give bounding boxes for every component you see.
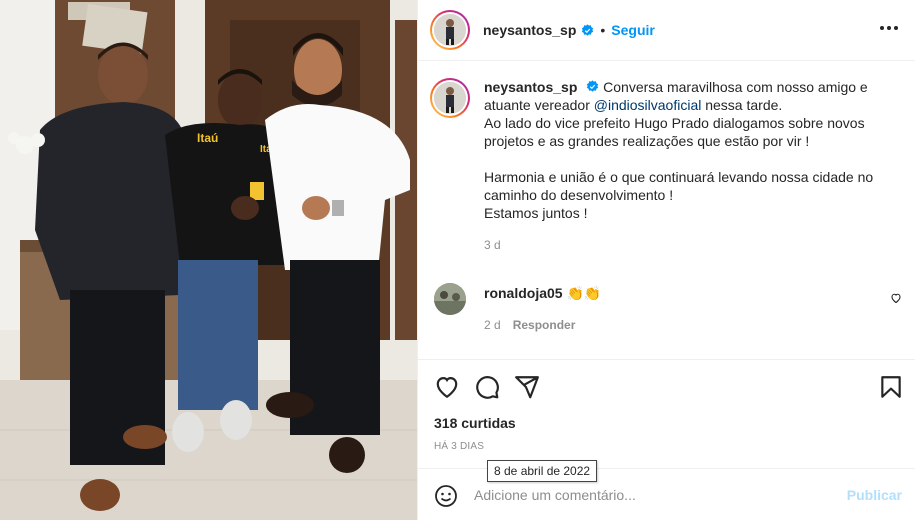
comment-timestamp[interactable]: 2 d	[484, 318, 501, 332]
comment-input[interactable]	[474, 485, 834, 505]
caption-author-avatar[interactable]	[430, 78, 470, 118]
caption-text: neysantos_sp Conversa maravilhosa com no…	[484, 78, 904, 254]
caption-username[interactable]: neysantos_sp	[484, 79, 577, 95]
post-date[interactable]: HÁ 3 DIAS	[434, 441, 484, 452]
author-avatar[interactable]	[430, 10, 470, 50]
commenter-username[interactable]: ronaldoja05	[484, 285, 563, 301]
commenter-avatar[interactable]	[434, 283, 466, 315]
post-photo[interactable]: Itaú Itaú	[0, 0, 417, 520]
author-username[interactable]: neysantos_sp	[483, 22, 576, 38]
verified-badge-icon	[582, 23, 594, 36]
post-side-panel: neysantos_sp • Seguir neysantos_sp Conve…	[417, 0, 915, 520]
verified-badge-icon	[587, 80, 599, 92]
comment-text: 👏👏	[566, 285, 602, 301]
publish-button[interactable]: Publicar	[847, 487, 902, 503]
share-paper-plane-icon[interactable]	[514, 374, 540, 400]
avatar-image	[434, 14, 466, 46]
svg-text:Itaú: Itaú	[197, 131, 218, 145]
comment-like-heart-icon[interactable]	[890, 292, 902, 304]
date-tooltip: 8 de abril de 2022	[487, 460, 598, 482]
caption-mention-link[interactable]: @indiosilvaoficial	[594, 97, 702, 113]
caption-text-2: nessa tarde.	[705, 97, 783, 113]
reply-button[interactable]: Responder	[513, 318, 576, 332]
emoji-icon[interactable]	[434, 484, 458, 508]
caption-timestamp[interactable]: 3 d	[484, 236, 904, 254]
like-heart-icon[interactable]	[434, 374, 460, 400]
caption-line-5: Estamos juntos !	[484, 205, 588, 221]
post-header: neysantos_sp • Seguir	[418, 0, 915, 61]
caption-line-4: Harmonia e união é o que continuará leva…	[484, 169, 874, 203]
comments-list: neysantos_sp Conversa maravilhosa com no…	[418, 62, 915, 358]
photo-illustration: Itaú Itaú	[0, 0, 417, 520]
more-options-icon[interactable]	[880, 24, 898, 32]
follow-button[interactable]: Seguir	[611, 22, 655, 38]
separator-dot: •	[600, 22, 606, 38]
save-bookmark-icon[interactable]	[878, 374, 904, 400]
post-caption: neysantos_sp Conversa maravilhosa com no…	[430, 78, 904, 254]
likes-count[interactable]: 318 curtidas	[434, 415, 516, 431]
caption-line-3: Ao lado do vice prefeito Hugo Prado dial…	[484, 115, 865, 149]
comment-bubble-icon[interactable]	[474, 374, 500, 400]
post-actions: 318 curtidas HÁ 3 DIAS 8 de abril de 202…	[418, 359, 915, 482]
